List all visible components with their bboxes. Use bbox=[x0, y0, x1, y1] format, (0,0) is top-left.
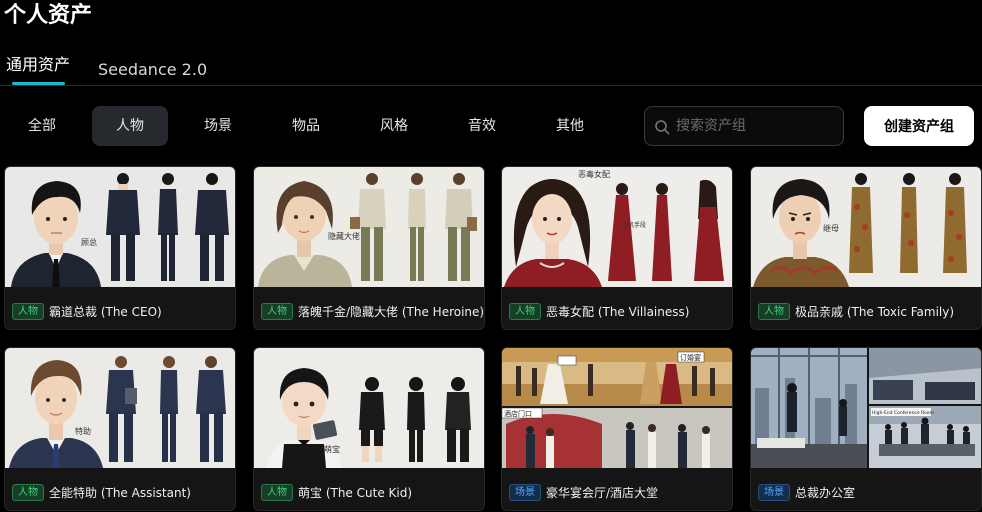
filter-scenes[interactable]: 场景 bbox=[180, 106, 256, 146]
thumb-label: 继母 bbox=[823, 223, 839, 233]
figure-front bbox=[849, 173, 873, 273]
asset-title: 落魄千金/隐藏大佬 (The Heroine) bbox=[298, 305, 485, 319]
asset-caption: 人物 霸道总裁 (The CEO) bbox=[5, 287, 235, 329]
asset-title: 霸道总裁 (The CEO) bbox=[49, 305, 162, 319]
thumb-label: 心机手段 bbox=[622, 221, 646, 229]
asset-caption: 人物 落魄千金/隐藏大佬 (The Heroine) bbox=[254, 287, 485, 329]
asset-card[interactable]: 恶毒女配 心机手段 人物 恶毒女配 (The Villainess) bbox=[501, 166, 733, 330]
asset-card[interactable]: High-End Conference Room 场景 总裁办公室 bbox=[750, 347, 982, 511]
asset-caption: 场景 总裁办公室 bbox=[751, 468, 981, 510]
asset-title: 萌宝 (The Cute Kid) bbox=[298, 486, 413, 500]
filter-people[interactable]: 人物 bbox=[92, 106, 168, 146]
search-box[interactable] bbox=[644, 106, 844, 146]
asset-thumbnail: 订婚宴 酒店门口 bbox=[502, 348, 732, 468]
asset-thumbnail: 隐藏大佬 bbox=[254, 167, 484, 287]
asset-thumbnail: 特助 bbox=[5, 348, 235, 468]
thumb-label: 萌宝 bbox=[324, 444, 340, 454]
search-icon bbox=[655, 120, 670, 135]
category-badge: 人物 bbox=[509, 303, 541, 320]
create-asset-group-button[interactable]: 创建资产组 bbox=[864, 106, 974, 146]
category-badge: 人物 bbox=[261, 303, 293, 320]
category-badge: 人物 bbox=[758, 303, 790, 320]
filter-other[interactable]: 其他 bbox=[532, 106, 608, 146]
asset-title: 全能特助 (The Assistant) bbox=[49, 486, 191, 500]
thumb-label: 隐藏大佬 bbox=[328, 231, 360, 241]
tab-bar: 通用资产 Seedance 2.0 bbox=[0, 52, 982, 86]
category-badge: 人物 bbox=[12, 484, 44, 501]
thumb-label: 恶毒女配 bbox=[578, 169, 610, 179]
asset-card[interactable]: 订婚宴 酒店门口 场景 豪华宴会厅/酒店大堂 bbox=[501, 347, 733, 511]
asset-thumbnail: High-End Conference Room bbox=[751, 348, 981, 468]
thumb-label: 顾总 bbox=[81, 237, 97, 247]
thumb-label: 特助 bbox=[75, 426, 91, 436]
thumb-label: High-End Conference Room bbox=[872, 410, 934, 416]
category-badge: 人物 bbox=[12, 303, 44, 320]
figure-back bbox=[943, 173, 967, 273]
filter-all[interactable]: 全部 bbox=[4, 106, 80, 146]
category-badge: 场景 bbox=[509, 484, 541, 501]
filter-sound[interactable]: 音效 bbox=[444, 106, 520, 146]
asset-caption: 人物 恶毒女配 (The Villainess) bbox=[502, 287, 732, 329]
asset-caption: 人物 极品亲戚 (The Toxic Family) bbox=[751, 287, 981, 329]
asset-card[interactable]: 特助 人物 全能特助 (The Assistant) bbox=[4, 347, 236, 511]
asset-card[interactable]: 继母 人物 极品亲戚 (The Toxic Family) bbox=[750, 166, 982, 330]
asset-caption: 人物 萌宝 (The Cute Kid) bbox=[254, 468, 484, 510]
asset-title: 总裁办公室 bbox=[795, 486, 856, 500]
asset-title: 极品亲戚 (The Toxic Family) bbox=[795, 305, 955, 319]
asset-thumbnail: 萌宝 bbox=[254, 348, 484, 468]
page-title: 个人资产 bbox=[4, 3, 93, 28]
category-badge: 人物 bbox=[261, 484, 293, 501]
search-input[interactable] bbox=[676, 115, 836, 137]
filter-items[interactable]: 物品 bbox=[268, 106, 344, 146]
figure-side bbox=[900, 173, 918, 273]
asset-caption: 场景 豪华宴会厅/酒店大堂 bbox=[502, 468, 732, 510]
thumb-label: 酒店门口 bbox=[504, 409, 532, 418]
active-tab-indicator bbox=[12, 82, 65, 85]
asset-title: 恶毒女配 (The Villainess) bbox=[546, 305, 690, 319]
asset-thumbnail: 继母 bbox=[751, 167, 981, 287]
tab-seedance[interactable]: Seedance 2.0 bbox=[98, 57, 207, 83]
asset-title: 豪华宴会厅/酒店大堂 bbox=[546, 486, 659, 500]
asset-thumbnail: 顾总 bbox=[5, 167, 235, 287]
asset-caption: 人物 全能特助 (The Assistant) bbox=[5, 468, 235, 510]
filter-style[interactable]: 风格 bbox=[356, 106, 432, 146]
asset-card[interactable]: 顾总 人物 霸道总裁 (The CEO) bbox=[4, 166, 236, 330]
thumb-label: 订婚宴 bbox=[680, 353, 701, 362]
tab-general-assets[interactable]: 通用资产 bbox=[6, 52, 70, 78]
asset-card[interactable]: 萌宝 人物 萌宝 (The Cute Kid) bbox=[253, 347, 485, 511]
asset-card[interactable]: 隐藏大佬 人物 落魄千金/隐藏大佬 (The Heroine) bbox=[253, 166, 485, 330]
category-badge: 场景 bbox=[758, 484, 790, 501]
asset-thumbnail: 恶毒女配 心机手段 bbox=[502, 167, 732, 287]
